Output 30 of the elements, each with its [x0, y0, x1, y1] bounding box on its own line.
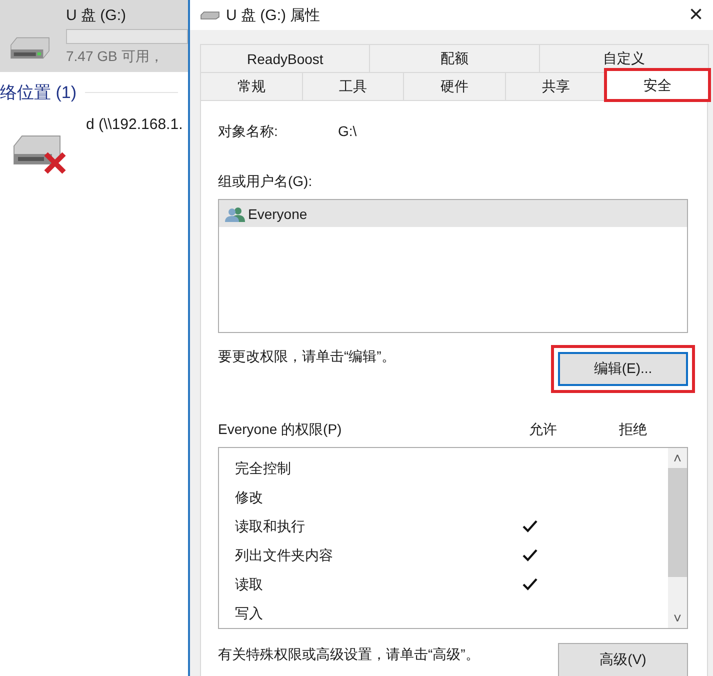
groups-label: 组或用户名(G): [218, 173, 314, 191]
scrollbar-thumb[interactable] [668, 468, 687, 578]
window-title: U 盘 (G:) 属性 [226, 6, 320, 24]
user-item[interactable]: Everyone [219, 200, 687, 227]
tab[interactable]: 安全 [606, 70, 709, 100]
drive-item[interactable]: U 盘 (G:) 7.47 GB 可用， [0, 0, 188, 72]
permission-name: 完全控制 [234, 460, 292, 478]
drive-icon [200, 10, 220, 20]
permission-name: 写入 [234, 604, 264, 622]
section-header[interactable]: 络位置 (1) [0, 81, 76, 104]
close-button[interactable]: × [679, 0, 713, 30]
deny-header: 拒绝 [618, 421, 648, 439]
users-icon [225, 206, 245, 222]
edit-hint-text: 要更改权限，请单击“编辑”。 [218, 348, 396, 366]
tab[interactable]: 常规 [200, 72, 303, 100]
permission-name: 列出文件夹内容 [234, 546, 334, 564]
advanced-hint-text: 有关特殊权限或高级设置，请单击“高级”。 [218, 646, 480, 664]
free-space-text: 7.47 GB 可用， [66, 48, 164, 66]
drive-name: U 盘 (G:) [66, 6, 127, 25]
object-name-label: 对象名称: [218, 123, 279, 141]
tab[interactable]: ReadyBoost [200, 44, 370, 72]
permission-name: 读取 [234, 576, 264, 594]
edit-button[interactable]: 编辑(E)... [558, 352, 688, 386]
allow-header: 允许 [528, 421, 558, 439]
permission-name: 读取和执行 [234, 518, 306, 536]
object-name-value: G:\ [338, 123, 357, 141]
permissions-label: Everyone 的权限(P) [218, 421, 343, 439]
advanced-button[interactable]: 高级(V) [558, 643, 688, 676]
permission-name: 修改 [234, 488, 264, 506]
network-drive-name[interactable]: d (\\192.168.1. [86, 116, 183, 174]
